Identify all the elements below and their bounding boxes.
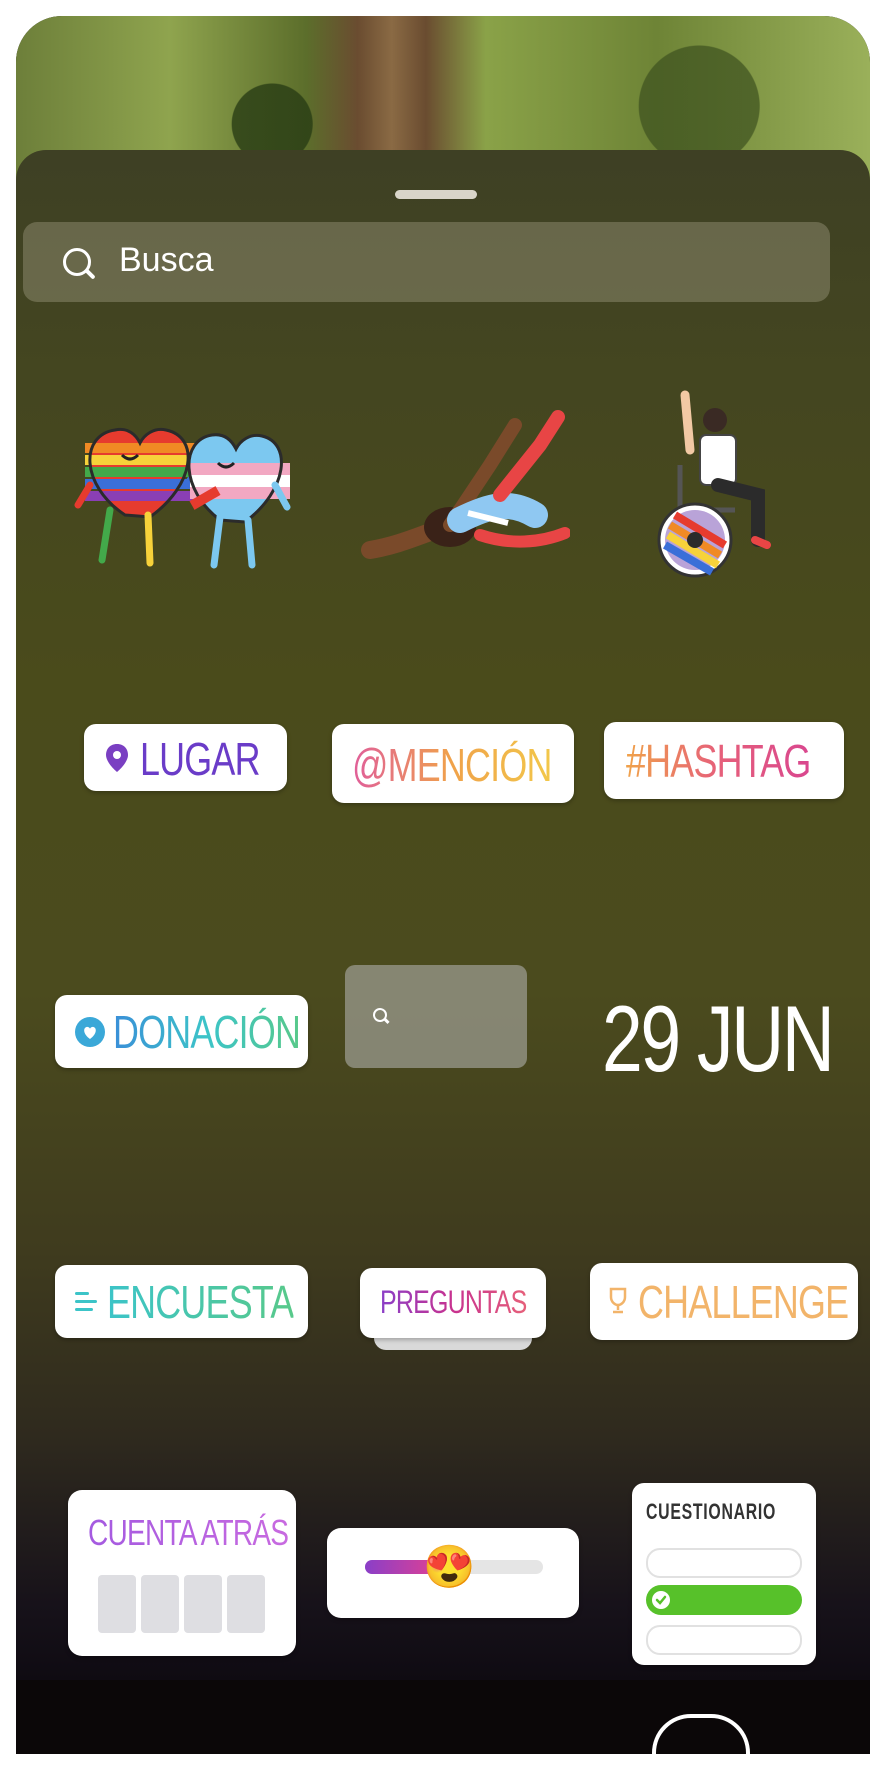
countdown-sticker[interactable]: CUENTA ATRÁS xyxy=(68,1490,296,1656)
hashtag-sticker[interactable]: #HASHTAG xyxy=(604,722,844,799)
location-sticker[interactable]: LUGAR xyxy=(84,724,287,791)
rainbow-heart-icon xyxy=(74,427,209,567)
capture-button[interactable] xyxy=(652,1714,750,1792)
questions-sticker[interactable]: PREGUNTAS xyxy=(360,1268,546,1354)
search-placeholder: Busca xyxy=(119,241,214,279)
sheet-drag-handle[interactable] xyxy=(395,190,477,199)
gif-search-sticker[interactable] xyxy=(345,965,527,1068)
challenge-label: CHALLENGE xyxy=(638,1276,849,1328)
wheelchair-sticker[interactable] xyxy=(640,390,790,590)
location-pin-icon xyxy=(106,744,128,772)
poll-sticker[interactable]: ENCUESTA xyxy=(55,1265,308,1338)
dancer-sticker[interactable] xyxy=(340,405,570,575)
search-icon xyxy=(373,1008,387,1022)
countdown-digit-box xyxy=(141,1575,179,1633)
countdown-digit-box xyxy=(227,1575,265,1633)
heart-eyes-emoji: 😍 xyxy=(423,1543,476,1590)
quiz-option-correct xyxy=(646,1585,802,1615)
quiz-option xyxy=(646,1548,802,1578)
hashtag-label: #HASHTAG xyxy=(626,735,811,787)
date-sticker[interactable]: 29 JUN xyxy=(602,985,835,1093)
countdown-digit-box xyxy=(98,1575,136,1633)
donation-sticker[interactable]: DONACIÓN xyxy=(55,995,308,1068)
search-icon xyxy=(63,248,91,276)
check-circle-icon xyxy=(652,1591,670,1609)
mention-label: @MENCIÓN xyxy=(352,739,552,791)
emoji-slider-sticker[interactable]: 😍 xyxy=(327,1528,579,1618)
mention-sticker[interactable]: @MENCIÓN xyxy=(332,724,574,803)
countdown-digit-box xyxy=(184,1575,222,1633)
pride-hearts-sticker[interactable] xyxy=(70,405,300,575)
questions-label: PREGUNTAS xyxy=(380,1284,527,1320)
challenge-sticker[interactable]: CHALLENGE xyxy=(590,1263,858,1340)
location-label: LUGAR xyxy=(140,733,261,785)
sticker-sheet xyxy=(16,150,870,1680)
heart-circle-icon xyxy=(75,1017,105,1047)
questions-sticker-card: PREGUNTAS xyxy=(360,1268,546,1338)
trans-heart-icon xyxy=(187,433,291,569)
search-bar[interactable]: Busca xyxy=(23,222,830,302)
poll-label: ENCUESTA xyxy=(107,1276,294,1328)
quiz-label: CUESTIONARIO xyxy=(646,1499,777,1524)
poll-lines-icon xyxy=(75,1292,97,1311)
trophy-icon xyxy=(609,1287,627,1314)
quiz-option xyxy=(646,1625,802,1655)
countdown-label: CUENTA ATRÁS xyxy=(88,1512,289,1553)
donation-label: DONACIÓN xyxy=(113,1006,301,1058)
quiz-sticker[interactable]: CUESTIONARIO xyxy=(632,1483,816,1665)
